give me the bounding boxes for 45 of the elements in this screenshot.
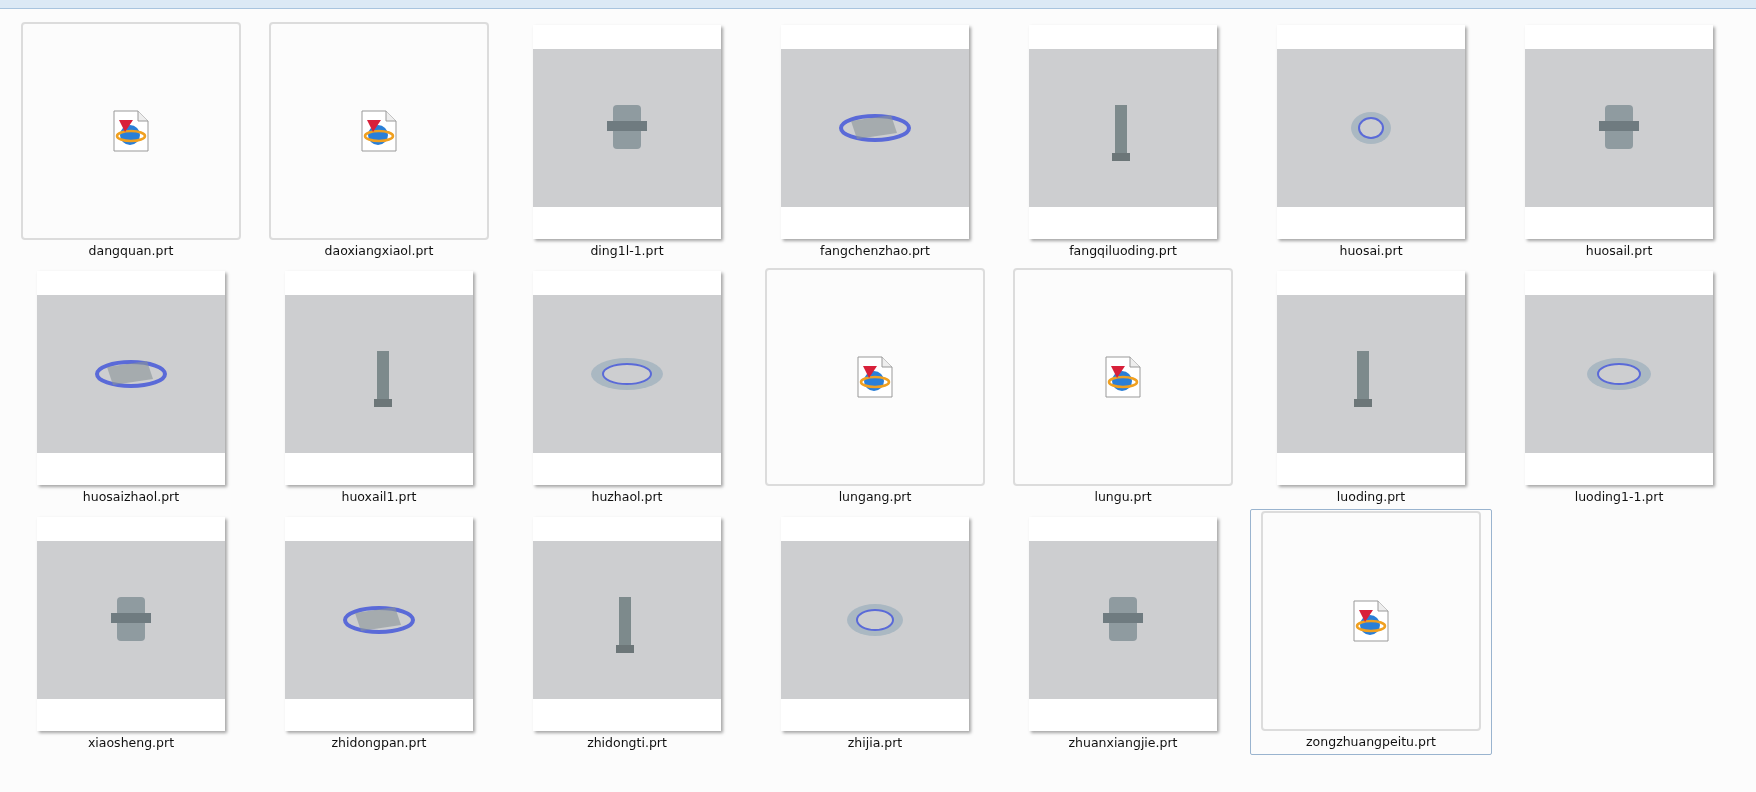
file-item[interactable]: lungu.prt — [1002, 263, 1244, 509]
file-item[interactable]: huoxail1.prt — [258, 263, 500, 509]
file-name: luoding1-1.prt — [1574, 489, 1664, 505]
file-name: zhijia.prt — [847, 735, 903, 751]
file-name: zhuanxiangjie.prt — [1068, 735, 1178, 751]
file-name: zhidongti.prt — [587, 735, 667, 751]
file-item[interactable]: zhidongpan.prt — [258, 509, 500, 755]
file-name: zongzhuangpeitu.prt — [1306, 734, 1436, 750]
file-item[interactable]: daoxiangxiaol.prt — [258, 17, 500, 263]
file-item[interactable]: fangchenzhao.prt — [754, 17, 996, 263]
file-icon — [857, 356, 893, 398]
file-icon — [1353, 600, 1389, 642]
file-item[interactable]: ding1l-1.prt — [506, 17, 748, 263]
file-item[interactable]: huosail.prt — [1498, 17, 1740, 263]
file-name: dangquan.prt — [88, 243, 174, 259]
file-item[interactable]: huosaizhaol.prt — [10, 263, 252, 509]
file-item[interactable]: lungang.prt — [754, 263, 996, 509]
file-item[interactable]: luoding.prt — [1250, 263, 1492, 509]
file-item[interactable]: luoding1-1.prt — [1498, 263, 1740, 509]
file-name: daoxiangxiaol.prt — [324, 243, 434, 259]
file-name: luoding.prt — [1336, 489, 1406, 505]
file-item[interactable]: fangqiluoding.prt — [1002, 17, 1244, 263]
file-name: fangchenzhao.prt — [820, 243, 930, 259]
file-item[interactable]: zongzhuangpeitu.prt — [1250, 509, 1492, 755]
file-item[interactable]: zhuanxiangjie.prt — [1002, 509, 1244, 755]
file-name: huzhaol.prt — [591, 489, 663, 505]
file-name: fangqiluoding.prt — [1069, 243, 1177, 259]
file-name: lungang.prt — [838, 489, 912, 505]
file-name: lungu.prt — [1094, 489, 1152, 505]
file-item[interactable]: zhidongti.prt — [506, 509, 748, 755]
file-name: huosail.prt — [1585, 243, 1653, 259]
file-name: huoxail1.prt — [341, 489, 417, 505]
file-name: zhidongpan.prt — [331, 735, 427, 751]
file-name: huosaizhaol.prt — [82, 489, 180, 505]
file-item[interactable]: dangquan.prt — [10, 17, 252, 263]
file-icon — [1105, 356, 1141, 398]
file-item[interactable]: huosai.prt — [1250, 17, 1492, 263]
file-name: ding1l-1.prt — [590, 243, 664, 259]
file-name: huosai.prt — [1339, 243, 1403, 259]
file-item[interactable]: xiaosheng.prt — [10, 509, 252, 755]
file-item[interactable]: huzhaol.prt — [506, 263, 748, 509]
file-icon — [113, 110, 149, 152]
file-item[interactable]: zhijia.prt — [754, 509, 996, 755]
file-name: xiaosheng.prt — [87, 735, 175, 751]
file-icon — [361, 110, 397, 152]
